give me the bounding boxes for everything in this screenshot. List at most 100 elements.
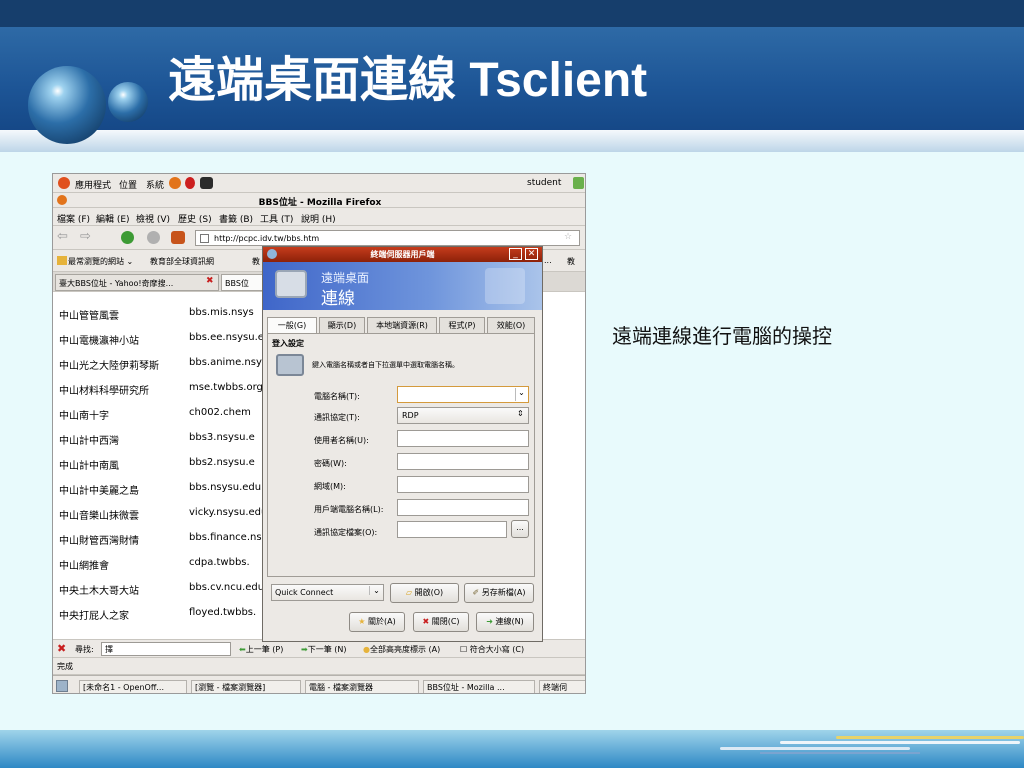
taskbar-label: [瀏覽 - 檔案瀏覽器]: [195, 683, 266, 692]
bbs-address[interactable]: bbs.mis.nsys: [189, 307, 254, 318]
tab-local-resources[interactable]: 本地端資源(R): [367, 317, 437, 333]
bbs-address[interactable]: bbs.finance.nsy: [189, 532, 267, 543]
taskbar-openoffice[interactable]: [未命名1 - OpenOff...: [79, 680, 187, 693]
quick-connect-select[interactable]: Quick Connect ⌄: [271, 584, 384, 601]
bbs-address[interactable]: ch002.chem: [189, 407, 251, 418]
forward-icon[interactable]: ⇨: [80, 229, 91, 244]
terminal-icon[interactable]: [200, 177, 213, 189]
select-arrows-icon: ⇕: [517, 409, 524, 418]
stop-icon[interactable]: [147, 231, 160, 244]
protocol-select[interactable]: RDP ⇕: [397, 407, 529, 424]
footer-decoration: [780, 741, 1020, 744]
tab-display[interactable]: 顯示(D): [319, 317, 365, 333]
close-find-icon[interactable]: ✖: [57, 642, 66, 655]
taskbar-firefox[interactable]: BBS位址 - Mozilla ...: [423, 680, 535, 693]
username-label: 使用者名稱(U):: [314, 436, 369, 445]
bottom-taskbar: [未命名1 - OpenOff... [瀏覽 - 檔案瀏覽器] 電腦 - 檔案瀏…: [53, 675, 585, 693]
connect-button[interactable]: ➜ 連線(N): [476, 612, 534, 632]
bookmark-3[interactable]: 教: [252, 256, 260, 267]
footer-decoration: [720, 747, 910, 750]
bbs-name: 中山財管西灣財情: [59, 536, 139, 547]
find-previous-label: 上一筆 (P): [245, 645, 284, 654]
close-icon[interactable]: ✕: [525, 248, 538, 260]
password-input[interactable]: [397, 453, 529, 470]
help-icon[interactable]: [185, 177, 195, 189]
desktop-screenshot: 應用程式 位置 系統 student BBS位址 - Mozilla Firef…: [52, 173, 586, 694]
domain-input[interactable]: [397, 476, 529, 493]
menu-history[interactable]: 歷史 (S): [178, 212, 212, 225]
computer-name-combo[interactable]: ⌄: [397, 386, 529, 403]
taskbar-label: [未命名1 - OpenOff...: [83, 683, 164, 692]
menu-system[interactable]: 系統: [146, 178, 164, 191]
menu-file[interactable]: 檔案 (F): [57, 212, 90, 225]
firefox-launcher-icon[interactable]: [169, 177, 181, 189]
bbs-address[interactable]: mse.twbbs.org: [189, 382, 263, 393]
bookmark-5[interactable]: 教: [567, 256, 575, 267]
find-previous-button[interactable]: ⬅上一筆 (P): [239, 644, 283, 655]
taskbar-file-browser-2[interactable]: 電腦 - 檔案瀏覽器: [305, 680, 419, 693]
bbs-name: 中央打屁人之家: [59, 611, 129, 622]
menu-tools[interactable]: 工具 (T): [260, 212, 293, 225]
bbs-address[interactable]: bbs2.nsysu.e: [189, 457, 255, 468]
menu-view[interactable]: 檢視 (V): [136, 212, 170, 225]
bbs-address[interactable]: floyed.twbbs.: [189, 607, 256, 618]
tab-yahoo[interactable]: 臺大BBS位址 - Yahoo!奇摩搜... ✖: [55, 274, 219, 291]
save-as-button[interactable]: ✐ 另存新檔(A): [464, 583, 534, 603]
menu-help[interactable]: 說明 (H): [301, 212, 336, 225]
find-input-value: 擇: [105, 645, 113, 654]
bookmark-most-visited[interactable]: 最常瀏覽的網站 ⌄: [68, 256, 133, 267]
browse-button[interactable]: ...: [511, 520, 529, 538]
computer-icon: [276, 354, 304, 376]
tab-bbs[interactable]: BBS位: [221, 274, 263, 291]
taskbar-label: 電腦 - 檔案瀏覽器: [309, 683, 373, 692]
protocol-file-input[interactable]: [397, 521, 507, 538]
close-tab-icon[interactable]: ✖: [206, 276, 214, 286]
close-label: 關閉(C): [431, 617, 460, 626]
footer-decoration: [760, 752, 920, 754]
tab-general[interactable]: 一般(G): [267, 317, 317, 333]
bbs-address[interactable]: cdpa.twbbs.: [189, 557, 250, 568]
taskbar-tsclient[interactable]: 終端伺: [539, 680, 585, 693]
client-name-input[interactable]: [397, 499, 529, 516]
network-icon[interactable]: [573, 177, 584, 189]
bookmark-moe[interactable]: 教育部全球資訊網: [150, 256, 214, 267]
highlight-all-button[interactable]: ●全部高亮度標示 (A): [363, 644, 440, 655]
menu-places[interactable]: 位置: [119, 178, 137, 191]
back-icon[interactable]: ⇦: [57, 229, 68, 244]
bbs-address[interactable]: vicky.nsysu.edu: [189, 507, 267, 518]
taskbar-file-browser-1[interactable]: [瀏覽 - 檔案瀏覽器]: [191, 680, 301, 693]
find-next-button[interactable]: ➡下一筆 (N): [301, 644, 346, 655]
bbs-address[interactable]: bbs.cv.ncu.edu: [189, 582, 264, 593]
menu-bookmarks[interactable]: 書籤 (B): [219, 212, 253, 225]
bbs-address[interactable]: bbs.anime.nsys: [189, 357, 267, 368]
username-input[interactable]: [397, 430, 529, 447]
find-input[interactable]: 擇: [101, 642, 231, 656]
tab-programs[interactable]: 程式(P): [439, 317, 485, 333]
url-bar[interactable]: http://pcpc.idv.tw/bbs.htm ☆: [195, 230, 580, 246]
bbs-address[interactable]: bbs.nsysu.edu: [189, 482, 261, 493]
bbs-name: 中山計中西灣: [59, 436, 119, 447]
home-icon[interactable]: [171, 231, 185, 244]
show-desktop-icon[interactable]: [56, 680, 68, 692]
menu-applications[interactable]: 應用程式: [75, 178, 111, 191]
tab-performance[interactable]: 效能(O): [487, 317, 535, 333]
bbs-address[interactable]: bbs3.nsysu.e: [189, 432, 255, 443]
user-name[interactable]: student: [527, 178, 561, 188]
bookmark-4[interactable]: ...: [544, 256, 552, 265]
bbs-name: 中山南十字: [59, 411, 109, 422]
bbs-name: 中山光之大陸伊莉琴斯: [59, 361, 159, 372]
about-button[interactable]: ★ 關於(A): [349, 612, 405, 632]
find-next-label: 下一筆 (N): [307, 645, 347, 654]
status-bar: 完成: [53, 658, 585, 675]
open-button[interactable]: ▱ 開啟(O): [390, 583, 459, 603]
minimize-icon[interactable]: _: [509, 248, 522, 260]
chevron-down-icon: ⌄: [369, 586, 383, 595]
bbs-name: 中山計中美麗之島: [59, 486, 139, 497]
menu-edit[interactable]: 編輯 (E): [96, 212, 130, 225]
close-button[interactable]: ✖ 關閉(C): [413, 612, 469, 632]
match-case-checkbox[interactable]: ☐ 符合大小寫 (C): [460, 644, 524, 655]
chevron-down-icon[interactable]: ⌄: [515, 388, 527, 401]
bookmark-star-icon[interactable]: ☆: [564, 232, 572, 242]
reload-icon[interactable]: [121, 231, 134, 244]
bbs-address[interactable]: bbs.ee.nsysu.e: [189, 332, 264, 343]
